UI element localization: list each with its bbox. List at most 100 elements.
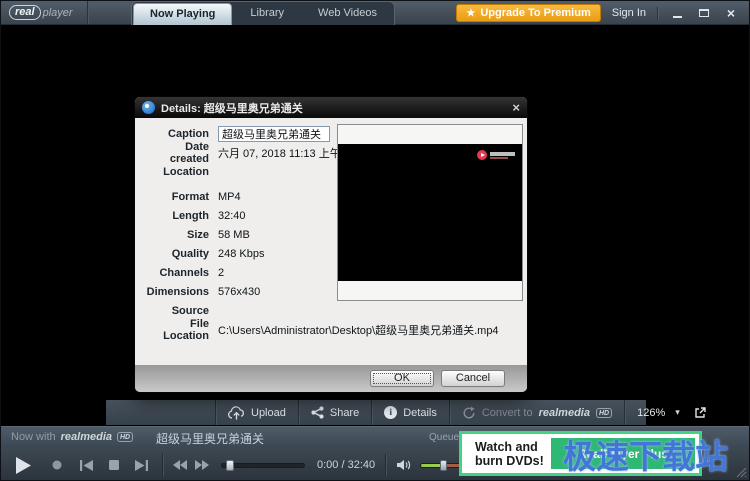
logo-player-text: player <box>43 7 73 19</box>
titlebar: real player Now Playing Library Web Vide… <box>1 1 749 25</box>
field-value: MP4 <box>218 191 241 203</box>
ok-button[interactable]: OK <box>370 370 434 387</box>
realplayer-logo: real player <box>9 5 73 20</box>
logo-real-oval: real <box>9 5 41 20</box>
previous-button[interactable] <box>80 460 93 471</box>
caption-input[interactable] <box>218 126 330 142</box>
video-preview-box <box>337 124 523 301</box>
field-label: Date created <box>145 141 209 165</box>
field-label: Format <box>145 191 209 203</box>
upload-button[interactable]: Upload <box>216 400 298 425</box>
minimize-icon <box>673 16 682 18</box>
time-display: 0:00 / 32:40 <box>317 459 375 471</box>
field-value: 248 Kbps <box>218 248 264 260</box>
next-track-icon <box>135 460 148 471</box>
field-row-file-location: File Location C:\Users\Administrator\Des… <box>145 320 521 339</box>
field-label: Caption <box>145 128 209 140</box>
minimize-button[interactable] <box>669 3 685 23</box>
field-value: C:\Users\Administrator\Desktop\超级马里奥兄弟通关… <box>218 322 499 338</box>
dialog-footer: OK Cancel <box>135 365 527 392</box>
tab-library[interactable]: Library <box>233 2 301 25</box>
field-label: Length <box>145 210 209 222</box>
convert-refresh-icon <box>462 406 476 420</box>
tab-web-videos[interactable]: Web Videos <box>301 2 394 25</box>
upload-label: Upload <box>251 407 286 419</box>
seek-thumb[interactable] <box>226 460 234 471</box>
convert-brand-label: realmedia <box>539 407 590 419</box>
realplayer-window: real player Now Playing Library Web Vide… <box>0 0 750 481</box>
ad-text: Watch and burn DVDs! <box>475 440 544 468</box>
chevron-down-icon: ▾ <box>675 407 680 418</box>
previous-track-icon <box>80 460 93 471</box>
current-media-title: 超级马里奥兄弟通关 <box>156 430 264 447</box>
field-label: Channels <box>145 267 209 279</box>
play-logo-icon <box>477 150 487 160</box>
mute-button[interactable] <box>396 459 412 471</box>
field-label: File Location <box>145 318 209 342</box>
stop-icon <box>109 460 119 470</box>
stop-button[interactable] <box>109 460 119 470</box>
record-icon <box>52 460 62 470</box>
realmedia-brand: realmedia <box>61 431 112 443</box>
video-watermark <box>477 150 515 160</box>
details-label: Details <box>403 407 437 419</box>
record-button[interactable] <box>52 460 62 470</box>
details-button[interactable]: Details <box>372 400 449 425</box>
queue-link[interactable]: Queue <box>429 432 459 443</box>
site-watermark: 极速下载站 <box>563 430 728 478</box>
now-with-brand: Now with realmedia HD <box>11 431 133 443</box>
window-controls-divider <box>657 7 658 19</box>
realplayer-bubble-icon <box>142 101 155 114</box>
fast-forward-icon <box>195 460 209 470</box>
upgrade-label: Upgrade To Premium <box>480 7 590 19</box>
cloud-upload-icon <box>228 406 245 420</box>
share-label: Share <box>330 407 359 419</box>
close-icon: × <box>727 6 735 20</box>
field-label: Size <box>145 229 209 241</box>
field-label: Quality <box>145 248 209 260</box>
main-tabs: Now Playing Library Web Videos <box>131 1 395 25</box>
zoom-level-value: 126% <box>637 407 665 419</box>
titlebar-divider <box>87 1 88 24</box>
play-button[interactable] <box>15 456 32 475</box>
next-button[interactable] <box>135 460 148 471</box>
titlebar-right: ★ Upgrade To Premium Sign In × <box>456 1 739 25</box>
dialog-title: Details: 超级马里奥兄弟通关 <box>161 100 303 116</box>
seek-slider[interactable] <box>221 463 305 468</box>
resize-grip[interactable] <box>736 467 747 478</box>
maximize-icon <box>699 9 709 17</box>
now-with-label: Now with <box>11 431 56 443</box>
external-link-icon <box>694 406 707 419</box>
convert-button[interactable]: Convert to realmedia HD <box>450 400 624 425</box>
details-dialog: Details: 超级马里奥兄弟通关 × Caption Date create… <box>134 96 528 393</box>
sign-in-link[interactable]: Sign In <box>612 7 646 19</box>
action-toolbar: Upload Share Details Convert to realmedi… <box>106 400 646 425</box>
field-value: 2 <box>218 267 224 279</box>
share-icon <box>311 406 324 419</box>
share-button[interactable]: Share <box>299 400 371 425</box>
rewind-icon <box>173 460 187 470</box>
volume-thumb[interactable] <box>440 460 447 471</box>
speaker-icon <box>396 459 412 471</box>
upgrade-premium-button[interactable]: ★ Upgrade To Premium <box>456 4 600 22</box>
dialog-titlebar[interactable]: Details: 超级马里奥兄弟通关 × <box>135 97 527 118</box>
pop-out-button[interactable] <box>692 400 717 425</box>
field-label: Source <box>145 305 209 317</box>
video-preview-frame <box>338 144 522 281</box>
field-label: Location <box>145 166 209 178</box>
zoom-level-dropdown[interactable]: 126% ▾ <box>625 400 692 425</box>
info-icon <box>384 406 397 419</box>
field-value: 六月 07, 2018 11:13 上午 <box>218 145 341 161</box>
dialog-close-icon[interactable]: × <box>512 101 520 114</box>
rewind-button[interactable] <box>173 460 187 470</box>
tab-now-playing[interactable]: Now Playing <box>133 3 232 25</box>
hd-badge: HD <box>596 408 612 418</box>
close-button[interactable]: × <box>723 3 739 23</box>
cancel-button[interactable]: Cancel <box>441 370 505 387</box>
maximize-button[interactable] <box>696 3 712 23</box>
star-icon: ★ <box>466 8 475 19</box>
watermark-text-lines <box>490 152 515 159</box>
play-icon <box>15 456 32 475</box>
fast-forward-button[interactable] <box>195 460 209 470</box>
field-value: 32:40 <box>218 210 246 222</box>
